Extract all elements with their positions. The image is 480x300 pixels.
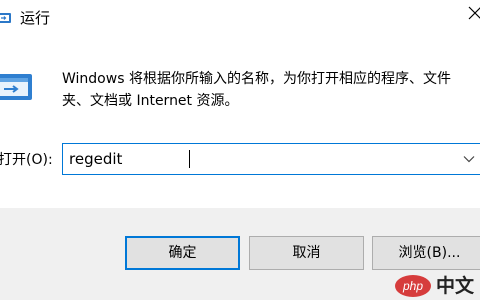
open-input[interactable]: regedit [69,149,122,169]
php-logo-icon: php [395,275,431,297]
chevron-down-icon[interactable] [463,153,475,165]
close-icon [468,6,480,20]
run-icon [0,13,11,23]
text-caret [189,150,190,168]
site-watermark: php 中文 [394,274,480,300]
watermark-logo-text: php [402,279,423,293]
open-label: 打开(O): [0,152,53,168]
title-bar: 运行 [0,0,480,36]
cancel-button[interactable]: 取消 [249,236,364,270]
dialog-description: Windows 将根据你所输入的名称，为你打开相应的程序、文件夹、文档或 Int… [62,71,451,109]
watermark-text: 中文 [436,275,475,297]
window-title: 运行 [20,9,51,27]
open-combobox[interactable]: regedit [62,143,480,175]
ok-button[interactable]: 确定 [125,236,240,270]
run-app-icon [0,74,32,100]
close-button[interactable] [462,0,480,30]
browse-button[interactable]: 浏览(B)... [372,236,480,270]
